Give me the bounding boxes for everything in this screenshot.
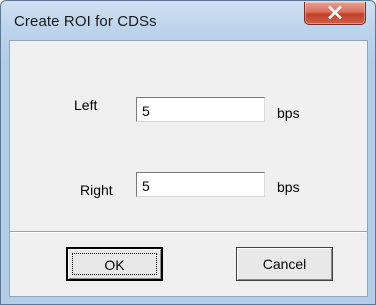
left-label: Left xyxy=(74,97,98,113)
ok-button[interactable]: OK xyxy=(66,247,163,281)
cancel-button-label: Cancel xyxy=(262,256,307,272)
right-input[interactable] xyxy=(136,172,265,197)
close-button[interactable] xyxy=(304,2,366,25)
cancel-button[interactable]: Cancel xyxy=(236,247,333,281)
window-title: Create ROI for CDSs xyxy=(14,13,157,30)
dialog-content: Left bps Right bps OK Cancel xyxy=(9,40,368,297)
right-label: Right xyxy=(80,182,113,198)
right-unit-label: bps xyxy=(277,179,300,195)
close-icon xyxy=(328,6,342,19)
dialog-window: Create ROI for CDSs Left bps Right bps O… xyxy=(0,0,376,305)
title-bar[interactable]: Create ROI for CDSs xyxy=(1,1,375,41)
left-input[interactable] xyxy=(136,97,265,122)
ok-button-label: OK xyxy=(104,257,125,273)
button-separator xyxy=(10,231,367,233)
left-unit-label: bps xyxy=(277,105,300,121)
